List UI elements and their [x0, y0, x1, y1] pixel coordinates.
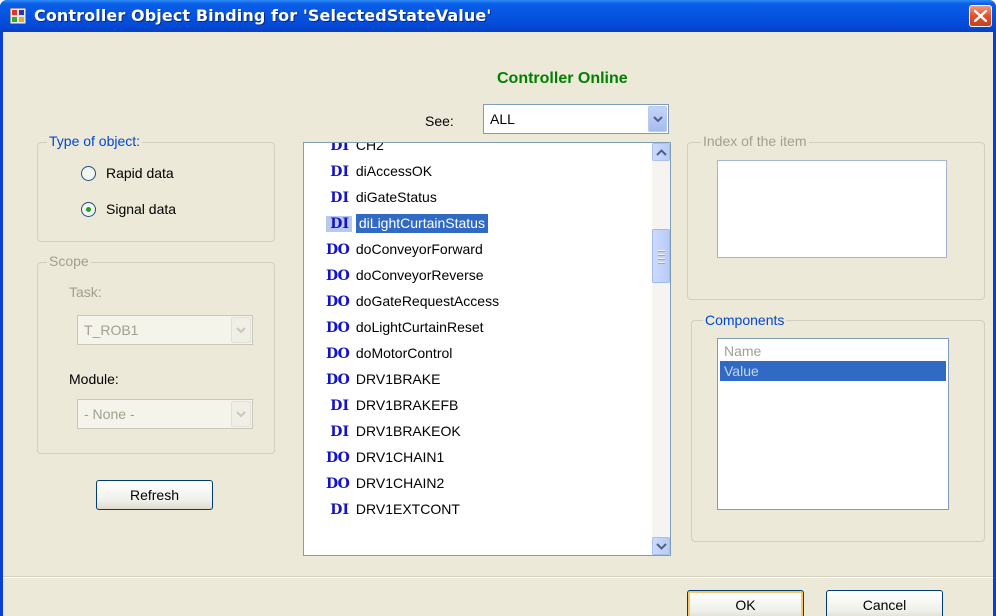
task-dropdown-value: T_ROB1 [84, 322, 139, 338]
signal-name: doConveyorForward [355, 241, 483, 257]
signal-name: diAccessOK [355, 163, 433, 179]
components-legend: Components [703, 312, 787, 328]
module-label: Module: [69, 371, 119, 387]
signal-list-item[interactable]: DI DRV1BRAKEFB [326, 397, 458, 419]
type-of-object-legend: Type of object: [47, 133, 143, 149]
chevron-up-icon [656, 149, 667, 156]
module-dropdown-value: - None - [84, 406, 135, 422]
signal-list-item[interactable]: DI diGateStatus [326, 189, 437, 211]
close-icon [974, 10, 987, 22]
signal-name: doConveyorReverse [355, 267, 484, 283]
radio-selected-dot [86, 207, 91, 212]
signal-type-tag: DO [326, 320, 350, 336]
footer-separator [3, 576, 993, 578]
signal-type-tag: DO [326, 372, 350, 388]
controller-status: Controller Online [497, 70, 628, 87]
signal-name: DRV1BRAKEFB [355, 397, 459, 413]
rapid-data-radio[interactable] [81, 166, 96, 181]
see-dropdown[interactable]: ALL [483, 104, 669, 134]
title-bar[interactable]: Controller Object Binding for 'SelectedS… [0, 0, 996, 32]
scroll-down-button[interactable] [652, 537, 670, 555]
signal-type-tag: DI [330, 398, 349, 414]
chevron-down-icon [653, 116, 663, 123]
component-item-name[interactable]: Name [720, 341, 946, 361]
scroll-thumb[interactable] [652, 229, 670, 283]
signal-list-item[interactable]: DI DRV1EXTCONT [326, 501, 460, 523]
signal-list-item[interactable]: DO doConveyorReverse [326, 267, 484, 289]
signal-list-item[interactable]: DO doLightCurtainReset [326, 319, 484, 341]
chevron-down-icon [236, 411, 246, 418]
signal-name: doLightCurtainReset [355, 319, 484, 335]
refresh-button[interactable]: Refresh [96, 480, 213, 510]
index-field [717, 160, 947, 258]
signal-name: doMotorControl [355, 345, 453, 361]
ok-button-label: OK [735, 597, 756, 613]
chevron-down-icon [236, 327, 246, 334]
signal-list-item[interactable]: DO doConveyorForward [326, 241, 483, 263]
signal-type-tag: DI [330, 190, 349, 206]
scope-legend: Scope [47, 253, 91, 269]
cancel-button-label: Cancel [862, 597, 907, 613]
rapid-data-label[interactable]: Rapid data [106, 165, 174, 181]
close-button[interactable] [969, 5, 992, 27]
signal-type-tag: DI [330, 142, 349, 154]
ok-button[interactable]: OK [687, 590, 804, 616]
signal-data-radio[interactable] [81, 202, 96, 217]
index-legend: Index of the item [701, 133, 809, 149]
see-label: See: [425, 113, 454, 129]
refresh-button-label: Refresh [129, 487, 180, 503]
signal-type-tag: DO [326, 450, 350, 466]
task-dropdown-button [231, 317, 251, 343]
signal-list-item[interactable]: DO doMotorControl [326, 345, 452, 367]
component-item-value[interactable]: Value [720, 361, 946, 381]
signal-type-tag: DI [330, 502, 349, 518]
signal-type-tag: DO [326, 294, 350, 310]
signal-name: DRV1CHAIN2 [355, 475, 445, 491]
module-dropdown-button [231, 401, 251, 427]
signal-list-item[interactable]: DI diLightCurtainStatus [326, 214, 488, 237]
cancel-button[interactable]: Cancel [826, 590, 943, 616]
type-of-object-group [37, 142, 275, 242]
chevron-down-icon [656, 543, 667, 550]
see-dropdown-value: ALL [490, 111, 515, 127]
signal-list-item[interactable]: DO doGateRequestAccess [326, 293, 499, 315]
signal-list-scrollbar[interactable] [652, 143, 670, 555]
signal-data-label[interactable]: Signal data [106, 201, 176, 217]
signal-list-item[interactable]: DO DRV1CHAIN2 [326, 475, 444, 497]
signal-name: DRV1EXTCONT [355, 501, 460, 517]
signal-type-tag: DI [330, 424, 349, 440]
signal-type-tag: DO [326, 268, 350, 284]
module-dropdown: - None - [77, 399, 253, 429]
signal-type-tag: DI [326, 216, 352, 232]
signal-name: DRV1BRAKE [355, 371, 441, 387]
signal-name: CH2 [355, 142, 384, 153]
signal-type-tag: DI [330, 164, 349, 180]
dialog-client-area: Controller Online See: ALL Type of objec… [3, 32, 993, 616]
signal-name: diGateStatus [355, 189, 437, 205]
signal-list-item[interactable]: DO DRV1CHAIN1 [326, 449, 444, 471]
signal-type-tag: DO [326, 476, 350, 492]
signal-name: DRV1CHAIN1 [355, 449, 445, 465]
see-dropdown-button[interactable] [648, 106, 667, 132]
dialog-window: Controller Object Binding for 'SelectedS… [0, 0, 996, 616]
signal-name: DRV1BRAKEOK [355, 423, 461, 439]
signal-list-item[interactable]: DI diAccessOK [326, 163, 432, 185]
signal-name: diLightCurtainStatus [355, 214, 488, 233]
app-icon [10, 8, 26, 24]
signal-list[interactable]: DI DRV1EXTCONT DO DRV1CHAIN2 DO DRV1CHAIN1… [303, 142, 671, 556]
scroll-up-button[interactable] [652, 143, 670, 161]
signal-list-item[interactable]: DI CH2 [326, 142, 384, 159]
signal-list-item[interactable]: DO DRV1BRAKE [326, 371, 440, 393]
signal-name: doGateRequestAccess [355, 293, 500, 309]
signal-list-item[interactable]: DI DRV1BRAKEOK [326, 423, 461, 445]
window-title: Controller Object Binding for 'SelectedS… [34, 6, 492, 25]
components-list[interactable]: Name Value [717, 338, 949, 510]
task-label: Task: [69, 284, 102, 300]
task-dropdown: T_ROB1 [77, 315, 253, 345]
signal-type-tag: DO [326, 242, 350, 258]
signal-type-tag: DO [326, 346, 350, 362]
